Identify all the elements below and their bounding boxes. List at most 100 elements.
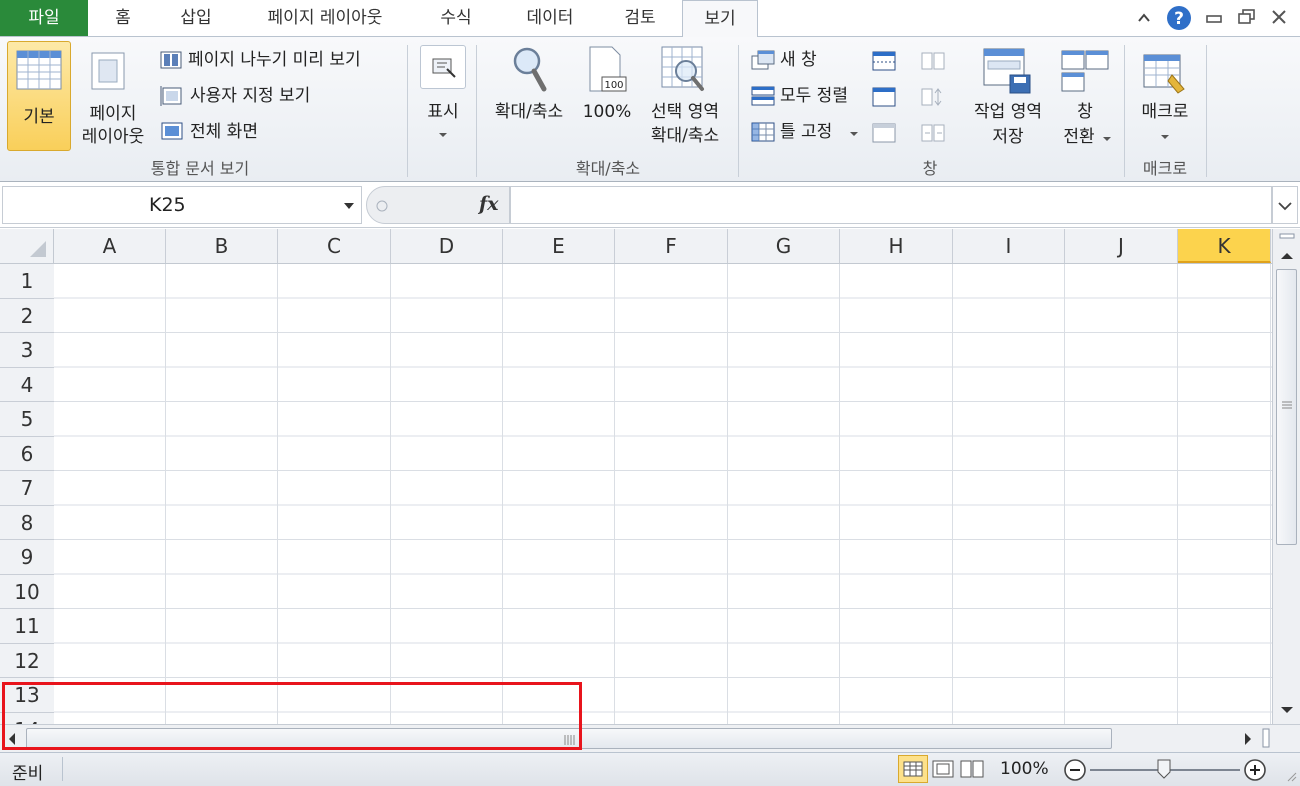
row-header-6[interactable]: 6 (0, 436, 54, 471)
zoom-selection-icon[interactable] (660, 45, 708, 95)
hide-icon[interactable] (872, 87, 896, 107)
column-header-i[interactable]: I (953, 229, 1065, 263)
tab-page-layout[interactable]: 페이지 레이아웃 (248, 0, 402, 36)
chevron-down-icon[interactable] (343, 201, 355, 211)
switch-windows-label-2[interactable]: 전환 (1052, 126, 1106, 148)
row-header-2[interactable]: 2 (0, 298, 54, 333)
row-header-column: 1234567891011121314 (0, 264, 54, 747)
tab-file[interactable]: 파일 (0, 0, 88, 36)
restore-window-icon[interactable] (1237, 8, 1257, 26)
synchronous-scrolling-icon[interactable] (920, 87, 946, 107)
row-header-1[interactable]: 1 (0, 264, 54, 299)
magnifier-icon[interactable] (510, 45, 550, 93)
column-header-e[interactable]: E (503, 229, 615, 263)
save-workspace-icon[interactable] (982, 47, 1032, 95)
insert-function-button[interactable]: fx (479, 193, 499, 215)
row-header-12[interactable]: 12 (0, 643, 54, 678)
zoom-in-icon[interactable] (1242, 757, 1268, 783)
full-screen-button[interactable]: 전체 화면 (190, 121, 258, 143)
split-icon[interactable] (872, 51, 896, 71)
zoom-100-label[interactable]: 100% (578, 101, 636, 123)
minimize-window-icon[interactable] (1205, 10, 1223, 26)
split-box-icon[interactable] (1260, 727, 1274, 749)
show-button[interactable] (420, 45, 466, 89)
column-header-d[interactable]: D (391, 229, 503, 263)
switch-windows-icon[interactable] (1060, 49, 1110, 93)
row-header-10[interactable]: 10 (0, 574, 54, 609)
row-header-7[interactable]: 7 (0, 471, 54, 506)
save-workspace-label-2[interactable]: 저장 (960, 126, 1056, 148)
formula-input[interactable] (510, 186, 1272, 224)
zoom-button[interactable]: 확대/축소 (484, 101, 574, 123)
vertical-scroll-thumb[interactable] (1276, 269, 1297, 545)
row-header-8[interactable]: 8 (0, 505, 54, 540)
page-layout-label-1[interactable]: 페이지 (74, 103, 152, 125)
page-break-preview-button[interactable]: 페이지 나누기 미리 보기 (188, 49, 361, 71)
tab-data[interactable]: 데이터 (512, 0, 588, 36)
new-window-button[interactable]: 새 창 (780, 49, 817, 71)
custom-views-icon (160, 86, 182, 106)
group-divider (407, 45, 408, 177)
tab-formulas[interactable]: 수식 (428, 0, 484, 36)
status-bar: 준비 100% (0, 752, 1300, 786)
normal-view-status-button[interactable] (898, 755, 928, 783)
close-window-icon[interactable] (1270, 8, 1288, 26)
arrange-all-button[interactable]: 모두 정렬 (780, 85, 848, 107)
split-box-icon[interactable] (1279, 231, 1295, 241)
column-header-k[interactable]: K (1178, 229, 1271, 263)
row-header-3[interactable]: 3 (0, 333, 54, 368)
macros-label[interactable]: 매크로 (1130, 101, 1200, 123)
macros-icon[interactable] (1142, 53, 1188, 95)
column-header-b[interactable]: B (166, 229, 278, 263)
splitter-handle-icon[interactable] (375, 197, 389, 215)
scroll-right-icon[interactable] (1242, 731, 1254, 747)
custom-views-button[interactable]: 사용자 지정 보기 (190, 85, 310, 107)
freeze-panes-button[interactable]: 틀 고정 (780, 121, 832, 143)
switch-windows-label-1[interactable]: 창 (1058, 101, 1112, 123)
column-header-g[interactable]: G (728, 229, 840, 263)
select-all-button[interactable] (0, 229, 54, 263)
unhide-icon[interactable] (872, 123, 896, 143)
column-header-h[interactable]: H (840, 229, 953, 263)
tab-review[interactable]: 검토 (612, 0, 668, 36)
page-layout-label-2[interactable]: 레이아웃 (74, 126, 152, 148)
row-header-9[interactable]: 9 (0, 540, 54, 575)
zoom-selection-label-2[interactable]: 확대/축소 (638, 125, 732, 147)
page-layout-status-icon[interactable] (932, 760, 954, 778)
column-header-a[interactable]: A (54, 229, 166, 263)
group-divider (1124, 45, 1125, 177)
row-header-4[interactable]: 4 (0, 367, 54, 402)
scroll-down-icon[interactable] (1279, 705, 1295, 715)
show-label[interactable]: 표시 (418, 101, 468, 123)
expand-formula-bar-button[interactable] (1272, 186, 1298, 224)
vertical-scrollbar[interactable] (1272, 229, 1300, 724)
page-layout-icon[interactable] (90, 51, 126, 91)
zoom-100-icon[interactable]: 100 (586, 45, 628, 95)
column-header-j[interactable]: J (1065, 229, 1178, 263)
zoom-out-icon[interactable] (1062, 757, 1088, 783)
minimize-ribbon-icon[interactable] (1136, 10, 1152, 26)
ribbon-view: 기본 페이지 레이아웃 페이지 나누기 미리 보기 사용자 지정 보기 전체 화… (0, 36, 1300, 182)
resize-grip-icon[interactable] (1284, 769, 1298, 783)
help-icon[interactable]: ? (1165, 4, 1193, 32)
tab-view[interactable]: 보기 (682, 0, 758, 37)
tab-insert[interactable]: 삽입 (168, 0, 224, 36)
view-side-by-side-icon[interactable] (920, 51, 946, 71)
name-box[interactable]: K25 (2, 186, 362, 224)
row-header-11[interactable]: 11 (0, 609, 54, 644)
page-break-status-icon[interactable] (960, 760, 984, 778)
reset-window-position-icon[interactable] (920, 123, 946, 143)
tab-home[interactable]: 홈 (100, 0, 146, 36)
row-header-5[interactable]: 5 (0, 402, 54, 437)
cell-grid[interactable] (54, 264, 1272, 724)
save-workspace-label-1[interactable]: 작업 영역 (960, 101, 1056, 123)
zoom-selection-label-1[interactable]: 선택 영역 (638, 101, 732, 123)
zoom-level[interactable]: 100% (1000, 759, 1049, 779)
highlight-annotation-box (2, 682, 582, 750)
column-header-c[interactable]: C (278, 229, 391, 263)
arrange-all-icon (751, 86, 775, 106)
normal-view-button[interactable]: 기본 (7, 41, 71, 151)
column-header-f[interactable]: F (615, 229, 728, 263)
scroll-up-icon[interactable] (1279, 251, 1295, 261)
zoom-slider-thumb[interactable] (1156, 758, 1172, 780)
